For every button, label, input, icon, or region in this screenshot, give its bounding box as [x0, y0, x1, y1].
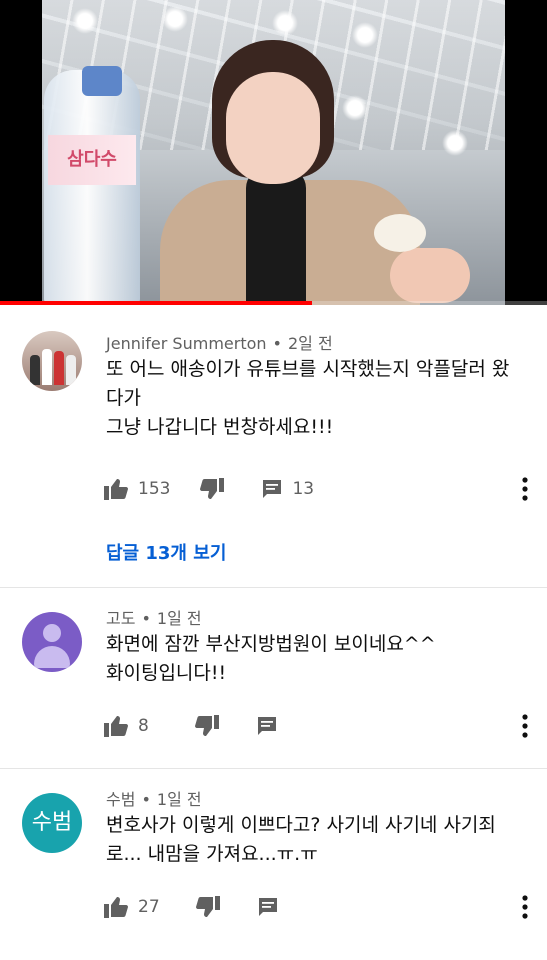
- default-avatar-icon: [43, 624, 61, 642]
- comment-actions: 153 13: [104, 476, 314, 502]
- more-vert-icon: [522, 714, 528, 738]
- comment-line: 변호사가 이렇게 이쁘다고? 사기네 사기네 사기죄: [106, 814, 496, 836]
- more-options-button[interactable]: [521, 476, 529, 502]
- more-vert-icon: [522, 895, 528, 919]
- reply-button[interactable]: [258, 897, 278, 917]
- like-button[interactable]: 27: [104, 896, 160, 918]
- comment-line: 화이팅입니다!!: [106, 662, 227, 684]
- thumbs-up-icon: [104, 897, 128, 918]
- comment-icon: [257, 717, 276, 735]
- comment-thread: 고도 • 1일 전 화면에 잠깐 부산지방법원이 보이네요^^ 화이팅입니다!! 8: [0, 588, 547, 769]
- comment-icon: [263, 480, 282, 498]
- reply-count: 13: [292, 479, 315, 499]
- dislike-button[interactable]: [200, 478, 225, 500]
- like-count: 27: [138, 897, 160, 917]
- comment-icon: [258, 898, 277, 916]
- meta-separator: •: [141, 609, 151, 628]
- like-button[interactable]: 8: [104, 715, 149, 737]
- comment-time: 2일 전: [287, 334, 333, 353]
- comment-meta: Jennifer Summerton • 2일 전: [106, 330, 333, 354]
- comment-text: 변호사가 이렇게 이쁘다고? 사기네 사기네 사기죄 로... 내맘을 가져요.…: [106, 811, 527, 869]
- comment-thread: Jennifer Summerton • 2일 전 또 어느 애송이가 유튜브를 시…: [0, 305, 547, 588]
- comment-text: 화면에 잠깐 부산지방법원이 보이네요^^ 화이팅입니다!!: [106, 630, 527, 688]
- bread: [374, 214, 426, 252]
- video-player[interactable]: 삼다수: [0, 0, 547, 305]
- comment-meta: 고도 • 1일 전: [106, 605, 202, 629]
- comment-line: 다가: [106, 387, 141, 409]
- more-options-button[interactable]: [521, 894, 529, 920]
- bottle-cap: [82, 66, 122, 96]
- comment-author[interactable]: 고도: [106, 609, 135, 628]
- thumbs-down-icon: [194, 715, 219, 736]
- comment-text: 또 어느 애송이가 유튜브를 시작했는지 악플달러 왔 다가 그냥 나갑니다 번…: [106, 355, 527, 442]
- dislike-button[interactable]: [195, 896, 220, 918]
- avatar[interactable]: [22, 612, 82, 672]
- water-bottle: [44, 70, 140, 305]
- bottle-label: 삼다수: [48, 135, 136, 185]
- reply-button[interactable]: 13: [262, 479, 314, 499]
- comment-line: 화면에 잠깐 부산지방법원이 보이네요^^: [106, 633, 436, 655]
- comment-author[interactable]: Jennifer Summerton: [106, 334, 267, 353]
- meta-separator: •: [272, 334, 282, 353]
- like-button[interactable]: 153: [104, 478, 170, 500]
- comment-actions: 8: [104, 713, 277, 739]
- thumbs-up-icon: [104, 479, 128, 500]
- meta-separator: •: [141, 790, 151, 809]
- hand: [390, 248, 470, 303]
- avatar[interactable]: [22, 331, 82, 391]
- comment-time: 1일 전: [156, 609, 202, 628]
- comment-line: 또 어느 애송이가 유튜브를 시작했는지 악플달러 왔: [106, 358, 510, 380]
- reply-button[interactable]: [257, 716, 277, 736]
- person: [160, 40, 420, 305]
- like-count: 8: [138, 716, 149, 736]
- comment-thread: 수범 수범 • 1일 전 변호사가 이렇게 이쁘다고? 사기네 사기네 사기죄 로.…: [0, 769, 547, 949]
- more-options-button[interactable]: [521, 713, 529, 739]
- comment-actions: 27: [104, 894, 278, 920]
- view-replies-link[interactable]: 답글 13개 보기: [106, 539, 226, 565]
- more-vert-icon: [522, 477, 528, 501]
- thumbs-down-icon: [195, 896, 220, 917]
- like-count: 153: [138, 479, 171, 499]
- dislike-button[interactable]: [194, 715, 219, 737]
- comment-line: 그냥 나갑니다 번창하세요!!!: [106, 416, 334, 438]
- video-frame: 삼다수: [42, 0, 505, 305]
- comment-author[interactable]: 수범: [106, 790, 135, 809]
- thumbs-down-icon: [200, 478, 225, 499]
- comment-meta: 수범 • 1일 전: [106, 786, 202, 810]
- comment-time: 1일 전: [156, 790, 202, 809]
- avatar-photo: [28, 345, 76, 385]
- avatar[interactable]: 수범: [22, 793, 82, 853]
- comment-line: 로... 내맘을 가져요...ㅠ.ㅠ: [106, 843, 318, 865]
- thumbs-up-icon: [104, 716, 128, 737]
